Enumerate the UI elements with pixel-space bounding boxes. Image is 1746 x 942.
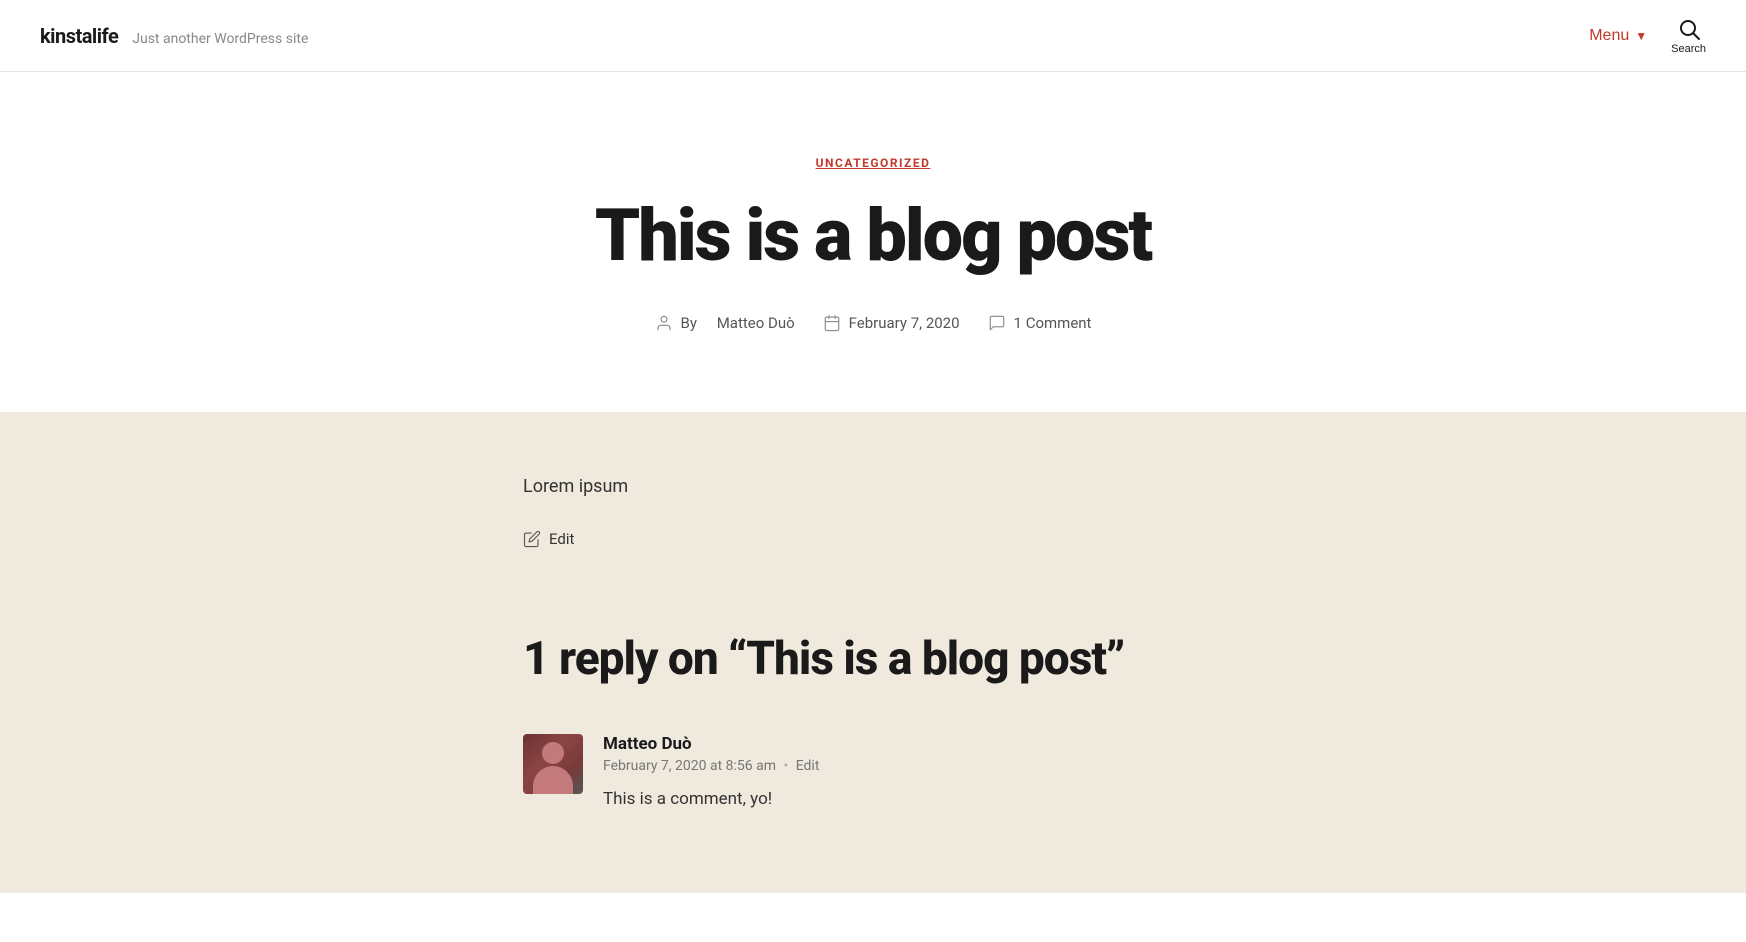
post-header: UNCATEGORIZED This is a blog post By Mat… [0, 72, 1746, 412]
chevron-down-icon: ▼ [1635, 29, 1647, 43]
comment-icon [988, 314, 1006, 332]
comment-date-text: February 7, 2020 at 8:56 am [603, 758, 776, 774]
comment-body: Matteo Duò February 7, 2020 at 8:56 am •… [603, 734, 1223, 813]
site-header: kinstalife Just another WordPress site M… [0, 0, 1746, 72]
comments-inner: 1 reply on “This is a blog post” Matteo … [523, 632, 1223, 813]
post-date: February 7, 2020 [849, 314, 960, 332]
header-right: Menu ▼ Search [1589, 17, 1706, 55]
search-icon [1677, 17, 1701, 41]
search-button[interactable]: Search [1671, 17, 1706, 55]
dot-separator: • [783, 758, 788, 774]
post-comments-meta: 1 Comment [988, 314, 1092, 332]
post-content: Lorem ipsum Edit [523, 472, 1223, 553]
post-author-meta: By Matteo Duò [655, 314, 795, 332]
edit-label: Edit [549, 530, 574, 548]
comment-item: Matteo Duò February 7, 2020 at 8:56 am •… [523, 734, 1223, 813]
site-branding: kinstalife Just another WordPress site [40, 24, 308, 48]
post-title: This is a blog post [423, 198, 1323, 274]
search-label: Search [1671, 43, 1706, 55]
post-category-link[interactable]: UNCATEGORIZED [816, 156, 931, 170]
post-edit-link[interactable]: Edit [523, 530, 574, 548]
avatar [523, 734, 583, 794]
post-body: Lorem ipsum [523, 472, 1223, 503]
comments-section: 1 reply on “This is a blog post” Matteo … [0, 612, 1746, 893]
post-comments-count[interactable]: 1 Comment [1014, 314, 1092, 332]
menu-button[interactable]: Menu ▼ [1589, 27, 1647, 45]
comment-author[interactable]: Matteo Duò [603, 734, 1223, 754]
comment-edit-link[interactable]: Edit [796, 758, 820, 774]
post-date-meta: February 7, 2020 [823, 314, 960, 332]
post-meta: By Matteo Duò February 7, 2020 1 Comment [40, 314, 1706, 332]
comment-text: This is a comment, yo! [603, 786, 1223, 813]
edit-icon [523, 530, 541, 548]
post-content-area: Lorem ipsum Edit [0, 412, 1746, 613]
author-icon [655, 314, 673, 332]
comments-title: 1 reply on “This is a blog post” [523, 632, 1223, 686]
menu-label: Menu [1589, 27, 1629, 45]
comment-date: February 7, 2020 at 8:56 am • Edit [603, 758, 1223, 774]
site-tagline: Just another WordPress site [132, 31, 308, 47]
site-title[interactable]: kinstalife [40, 24, 118, 48]
post-author[interactable]: Matteo Duò [717, 314, 795, 332]
post-author-prefix: By [681, 314, 697, 332]
calendar-icon [823, 314, 841, 332]
